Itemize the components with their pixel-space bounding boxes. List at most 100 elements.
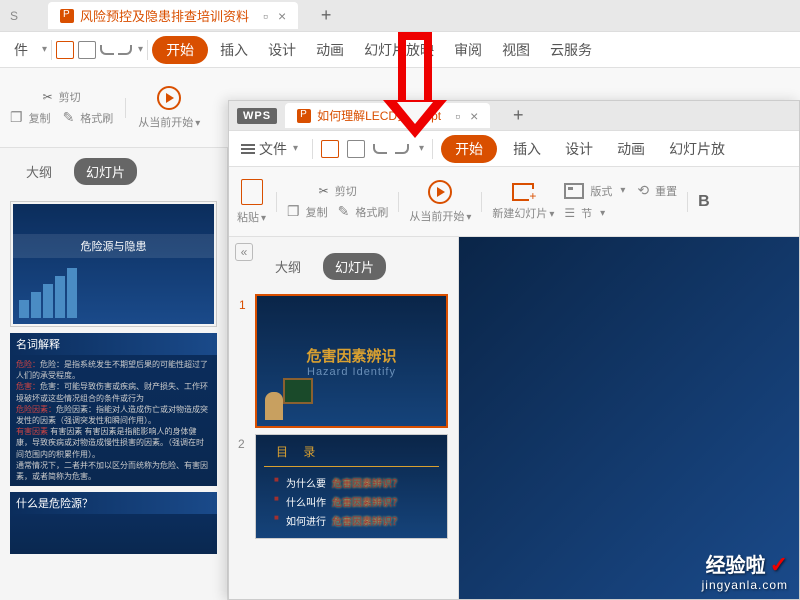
- tab-slides[interactable]: 幻灯片: [323, 253, 386, 280]
- tab-outline[interactable]: 大纲: [263, 253, 313, 280]
- dropdown-icon[interactable]: ▾: [42, 44, 47, 55]
- layout-button[interactable]: 版式▾ 重置: [564, 182, 677, 199]
- tab-start[interactable]: 开始: [152, 36, 208, 64]
- ppt-icon: [60, 9, 74, 23]
- tab-slides[interactable]: 幻灯片: [74, 158, 137, 185]
- clipboard-group: 剪切 复制 格式刷: [10, 89, 113, 126]
- chevron-down-icon[interactable]: ▾: [419, 143, 424, 154]
- copy-icon[interactable]: [287, 203, 300, 220]
- document-tab-1[interactable]: 风险预控及隐患排查培训资料 ▫ ×: [48, 2, 298, 29]
- slide-thumb-2[interactable]: 名词解释 危险：危险：是指系统发生不期望后果的可能性超过了人们的承受程度。 危害…: [10, 333, 217, 486]
- tab-outline[interactable]: 大纲: [14, 158, 64, 185]
- ribbon-2: 粘贴▾ 剪切 复制 格式刷 从当前开始▾ 新建幻灯片▾ 版式▾ 重置 节▾: [229, 167, 799, 237]
- tab-close-icon[interactable]: ×: [278, 8, 286, 24]
- toc-title: 目 录: [264, 443, 439, 460]
- tab-animation[interactable]: 动画: [609, 135, 653, 163]
- layout-icon: [564, 183, 584, 199]
- check-icon: ✓: [770, 552, 788, 577]
- hamburger-icon: [241, 144, 255, 154]
- teacher-illustration: [265, 378, 313, 420]
- tab-view[interactable]: 视图: [494, 36, 538, 64]
- tab-design[interactable]: 设计: [260, 36, 304, 64]
- chevron-down-icon: ▾: [293, 143, 298, 154]
- paste-icon: [241, 179, 263, 205]
- new-slide-button[interactable]: 新建幻灯片▾: [492, 183, 554, 221]
- slide-preview: 危害因素辨识 Hazard Identify: [257, 296, 446, 426]
- reset-icon[interactable]: [637, 182, 649, 199]
- slide-panel-2: « 大纲 幻灯片 1 危害因素辨识 Hazard Identify 2 目 录 …: [229, 237, 459, 599]
- divider: [398, 192, 399, 212]
- slide-title: 危害因素辨识: [306, 345, 396, 366]
- toc-item: 为什么要危害因素辨识？: [264, 473, 439, 492]
- toc-item: 如何进行危害因素辨识？: [264, 511, 439, 530]
- annotation-arrow: [398, 32, 462, 138]
- cut-icon[interactable]: [319, 184, 329, 198]
- bold-button[interactable]: [698, 193, 710, 211]
- watermark: 经验啦✓ jingyanla.com: [702, 549, 788, 592]
- slide-title: 危险源与隐患: [13, 234, 214, 258]
- tab-animation[interactable]: 动画: [308, 36, 352, 64]
- play-group[interactable]: 从当前开始▾: [138, 86, 200, 130]
- save-icon[interactable]: [56, 41, 74, 59]
- chevron-down-icon: ▾: [195, 118, 200, 129]
- divider: [147, 40, 148, 60]
- app-menu[interactable]: S: [10, 9, 40, 23]
- paste-button[interactable]: 粘贴▾: [237, 179, 266, 225]
- titlebar-1: S 风险预控及隐患排查培训资料 ▫ × +: [0, 0, 800, 32]
- slide-number: 2: [238, 437, 245, 451]
- slide-body: 危险：危险：是指系统发生不期望后果的可能性超过了人们的承受程度。 危害：危害：可…: [10, 355, 217, 486]
- slide-header: 名词解释: [10, 333, 217, 355]
- format-painter-icon[interactable]: [338, 203, 350, 220]
- save-icon[interactable]: [321, 140, 339, 158]
- dropdown-icon[interactable]: ▾: [138, 44, 143, 55]
- slide-thumb-1[interactable]: 危险源与隐患: [10, 201, 217, 327]
- divider: [481, 192, 482, 212]
- clipboard-group: 剪切 复制 格式刷: [287, 183, 388, 220]
- new-tab-button[interactable]: +: [316, 6, 336, 26]
- tab-insert[interactable]: 插入: [212, 36, 256, 64]
- window-2: WPS 如何理解LECD实案.ppt ▫ × + 文件 ▾ ▾ 开始 插入 设计…: [228, 100, 800, 600]
- slide-thumb-2[interactable]: 2 目 录 为什么要危害因素辨识？ 什么叫作危害因素辨识？ 如何进行危害因素辨识…: [255, 434, 448, 539]
- redo-icon[interactable]: [395, 144, 409, 154]
- play-icon: [157, 86, 181, 110]
- undo-icon[interactable]: [100, 45, 114, 55]
- print-icon[interactable]: [347, 140, 365, 158]
- divider: [276, 192, 277, 212]
- tab-cloud[interactable]: 云服务: [542, 36, 600, 64]
- print-icon[interactable]: [78, 41, 96, 59]
- tab-insert[interactable]: 插入: [505, 135, 549, 163]
- play-button[interactable]: 从当前开始▾: [409, 180, 471, 224]
- tab-title: 风险预控及隐患排查培训资料: [80, 6, 249, 25]
- ppt-icon: [297, 109, 311, 123]
- slide-thumb-3[interactable]: 什么是危险源？: [10, 492, 217, 554]
- divider: [125, 98, 126, 118]
- collapse-button[interactable]: «: [235, 243, 253, 261]
- slide-preview: 危险源与隐患: [13, 204, 214, 324]
- format-painter-icon[interactable]: [63, 109, 75, 126]
- tab-design[interactable]: 设计: [557, 135, 601, 163]
- divider: [51, 40, 52, 60]
- divider: [432, 139, 433, 159]
- layout-group: 版式▾ 重置 节▾: [564, 182, 677, 221]
- section-button[interactable]: 节▾: [564, 205, 605, 221]
- play-icon: [428, 180, 452, 204]
- tab-window-icon[interactable]: ▫: [263, 8, 268, 24]
- section-icon: [564, 206, 575, 220]
- cut-icon[interactable]: [43, 90, 53, 104]
- new-tab-button[interactable]: +: [508, 106, 528, 126]
- tab-start[interactable]: 开始: [441, 135, 497, 163]
- tab-close-icon[interactable]: ×: [470, 108, 478, 124]
- copy-icon[interactable]: [10, 109, 23, 126]
- wps-logo: WPS: [237, 108, 277, 124]
- slide-body: [10, 514, 217, 554]
- tab-slideshow[interactable]: 幻灯片放: [661, 135, 733, 163]
- slide-thumb-1[interactable]: 1 危害因素辨识 Hazard Identify: [255, 294, 448, 428]
- slide-panel-1: 大纲 幻灯片 危险源与隐患 名词解释 危险：危险：是指系统发生不期望后果的可能性…: [0, 148, 228, 600]
- slide-canvas[interactable]: [459, 237, 799, 599]
- redo-icon[interactable]: [118, 45, 132, 55]
- file-menu[interactable]: 文件 ▾: [235, 139, 304, 159]
- slide-preview: 目 录 为什么要危害因素辨识？ 什么叫作危害因素辨识？ 如何进行危害因素辨识？: [256, 435, 447, 538]
- toc-item: 什么叫作危害因素辨识？: [264, 492, 439, 511]
- undo-icon[interactable]: [373, 144, 387, 154]
- menu-file[interactable]: 件: [6, 36, 36, 64]
